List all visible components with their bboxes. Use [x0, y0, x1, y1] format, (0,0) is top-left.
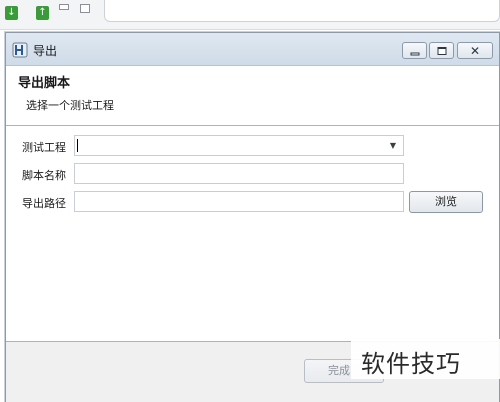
download-icon[interactable]: ↓ [5, 6, 18, 20]
maximize-button[interactable] [429, 42, 454, 59]
dialog-title: 导出 [33, 44, 58, 58]
view-maximize-icon[interactable] [80, 4, 90, 13]
maximize-icon [437, 46, 446, 55]
chevron-down-icon[interactable]: ▼ [385, 138, 401, 153]
close-icon: ✕ [469, 43, 481, 58]
project-select[interactable]: ▼ [74, 135, 404, 156]
form-body: 测试工程 ▼ 脚本名称 导出路径 浏览 [6, 127, 499, 337]
close-button[interactable]: ✕ [457, 42, 493, 59]
page-description: 选择一个测试工程 [26, 99, 114, 112]
minimize-button[interactable] [402, 42, 427, 59]
dialog-header: 导出脚本 选择一个测试工程 [6, 66, 499, 126]
export-path-input[interactable] [74, 191, 404, 212]
dialog-titlebar[interactable]: 导出 ✕ [6, 33, 499, 66]
watermark-text: 软件技巧 [361, 350, 461, 378]
script-name-label: 脚本名称 [22, 169, 66, 182]
watermark: 软件技巧 [351, 339, 500, 379]
export-path-label: 导出路径 [22, 197, 66, 210]
view-minimize-icon[interactable] [59, 4, 69, 10]
script-name-input[interactable] [74, 163, 404, 184]
page-title: 导出脚本 [18, 76, 71, 91]
project-label: 测试工程 [22, 141, 66, 154]
app-logo-icon [12, 42, 28, 58]
minimize-icon [410, 52, 419, 55]
upload-icon[interactable]: ↑ [36, 6, 49, 20]
browse-button[interactable]: 浏览 [409, 191, 483, 213]
text-caret [77, 139, 78, 152]
background-toolbar: ↓ ↑ [0, 0, 500, 30]
background-editor-tab [104, 0, 500, 22]
